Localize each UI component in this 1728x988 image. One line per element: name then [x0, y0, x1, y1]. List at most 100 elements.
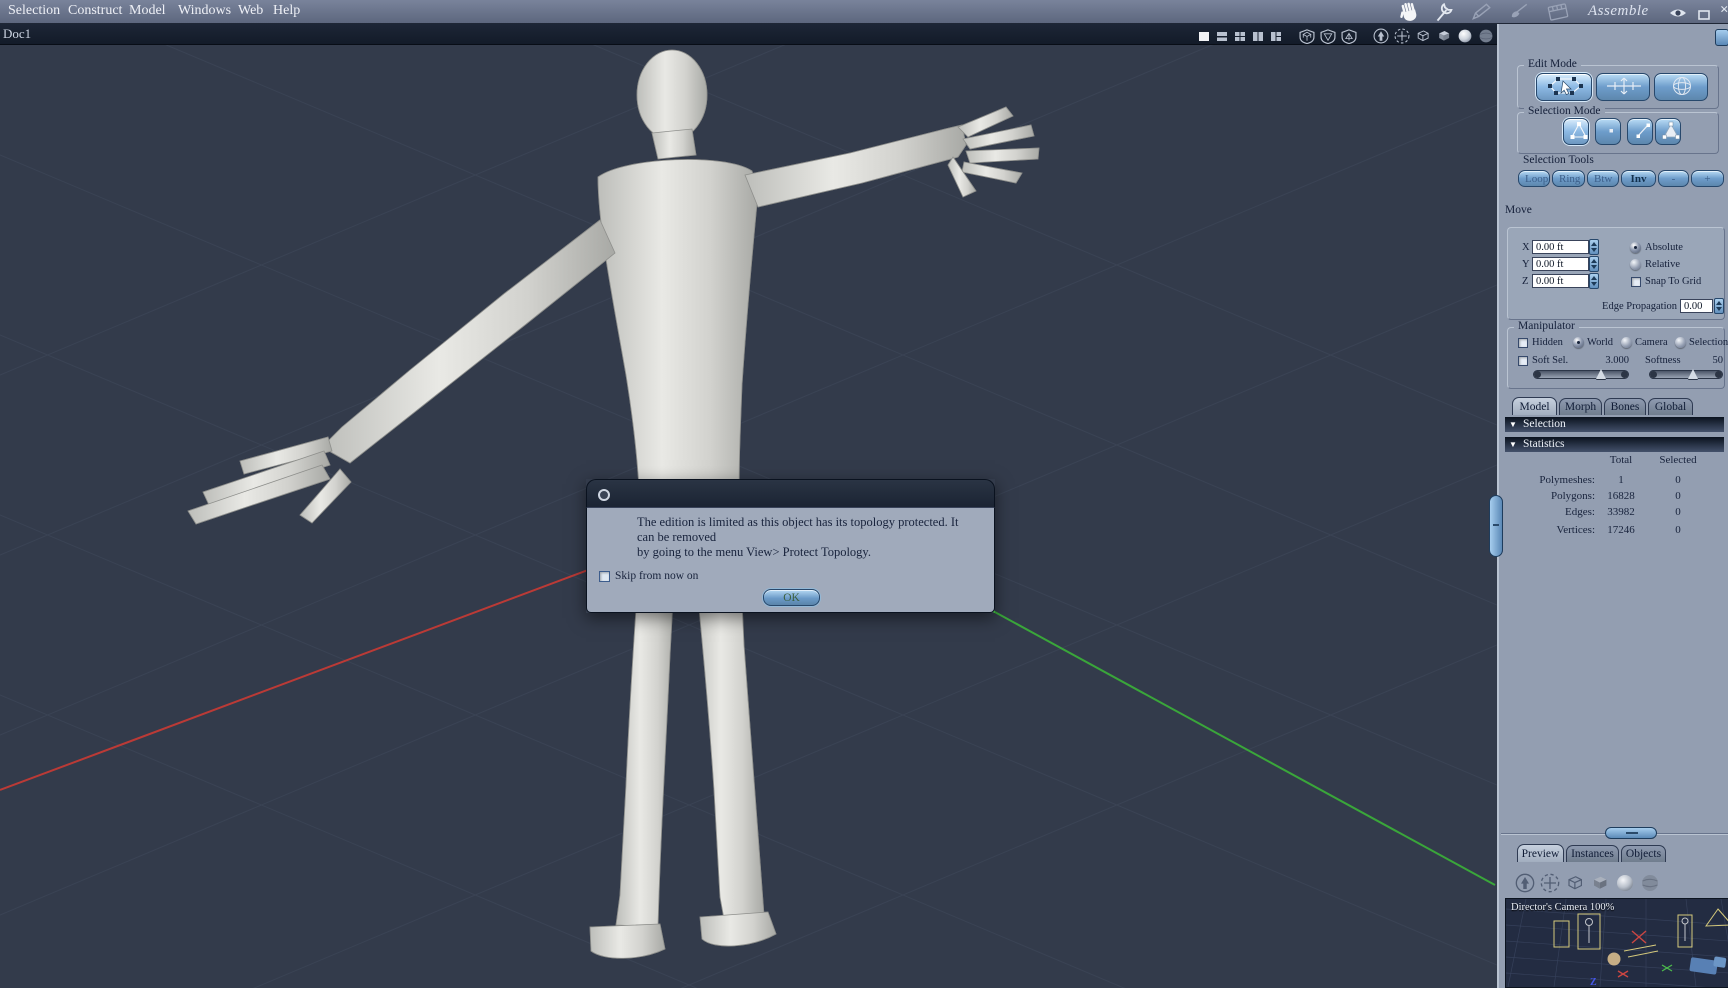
tab-objects[interactable]: Objects — [1621, 845, 1666, 862]
world-radio[interactable] — [1573, 337, 1584, 348]
restore-window-icon[interactable] — [1698, 7, 1710, 25]
softness-slider[interactable] — [1649, 369, 1723, 379]
z-axis-green — [959, 592, 1496, 886]
menu-construct[interactable]: Construct — [68, 3, 122, 19]
tab-morph[interactable]: Morph — [1559, 398, 1602, 415]
move-z-input[interactable] — [1532, 274, 1589, 288]
camera-label: Camera — [1635, 337, 1668, 348]
ok-button[interactable]: OK — [763, 589, 820, 606]
soft-selection-label: Soft Sel. — [1532, 355, 1569, 366]
select-point-button[interactable] — [1595, 118, 1621, 145]
skip-checkbox-label: Skip from now on — [615, 570, 699, 582]
panel-collapse-button[interactable] — [1715, 29, 1728, 46]
statistics-section-header[interactable]: Statistics — [1505, 437, 1724, 452]
tab-global[interactable]: Global — [1648, 398, 1693, 415]
dialog-message-line2: by going to the menu View> Protect Topol… — [637, 545, 871, 559]
soft-selection-slider[interactable] — [1533, 369, 1629, 379]
absolute-label: Absolute — [1645, 242, 1683, 253]
preview-toolbar — [1515, 873, 1660, 896]
menu-bar: Selection Construct Model Windows Web He… — [0, 0, 1728, 24]
soft-selection-checkbox[interactable] — [1518, 356, 1528, 366]
snap-to-grid-checkbox[interactable] — [1631, 277, 1641, 287]
manipulator-title: Manipulator — [1514, 320, 1579, 332]
invert-button[interactable]: Inv — [1621, 170, 1656, 187]
document-tab-bar: Doc1 — [0, 24, 1497, 45]
wireframe-cube-icon[interactable] — [1565, 873, 1585, 896]
move-title: Move — [1505, 204, 1532, 216]
move-z-spinner[interactable] — [1589, 273, 1599, 289]
tab-preview[interactable]: Preview — [1517, 844, 1564, 862]
hidden-label: Hidden — [1532, 337, 1563, 348]
selection-section-header[interactable]: Selection — [1505, 417, 1724, 432]
grow-button[interactable]: + — [1691, 170, 1724, 187]
stats-row-polygons: Polygons: 16828 0 — [1505, 490, 1724, 502]
edit-mode-title: Edit Mode — [1524, 58, 1581, 70]
orbit-up-icon[interactable] — [1515, 873, 1535, 896]
select-face-button[interactable] — [1655, 118, 1681, 145]
move-x-spinner[interactable] — [1589, 239, 1599, 255]
tab-instances[interactable]: Instances — [1566, 845, 1619, 862]
menu-help[interactable]: Help — [273, 3, 300, 19]
preview-viewport[interactable]: Z Director's Camera 100% — [1505, 898, 1728, 988]
softness-value: 50 — [1712, 355, 1724, 366]
skip-checkbox[interactable] — [599, 570, 610, 582]
app-window: Selection Construct Model Windows Web He… — [0, 0, 1728, 988]
selection-mode-title: Selection Mode — [1524, 105, 1605, 117]
ring-button[interactable]: Ring — [1552, 170, 1585, 187]
textured-sphere-icon[interactable] — [1640, 873, 1660, 896]
world-label: World — [1587, 337, 1613, 348]
shaded-cube-icon[interactable] — [1590, 873, 1610, 896]
dialog-icon — [598, 489, 610, 501]
polygons-selected: 0 — [1675, 490, 1681, 502]
relative-label: Relative — [1645, 259, 1680, 270]
camera-radio[interactable] — [1621, 337, 1632, 348]
move-y-input[interactable] — [1532, 257, 1589, 271]
between-button[interactable]: Btw — [1587, 170, 1619, 187]
statistics-column-headers: Total Selected — [1505, 454, 1724, 466]
menu-web[interactable]: Web — [238, 3, 263, 19]
menu-model[interactable]: Model — [129, 3, 166, 19]
pan-move-icon[interactable] — [1540, 873, 1560, 896]
stats-row-polymeshes: Polymeshes: 1 0 — [1505, 474, 1724, 486]
softness-label: Softness — [1645, 355, 1681, 366]
edge-propagation-label: Edge Propagation — [1602, 301, 1677, 312]
menu-selection[interactable]: Selection — [8, 3, 60, 19]
select-vertex-button[interactable] — [1563, 118, 1589, 145]
edges-total: 33982 — [1607, 506, 1635, 518]
bottom-splitter-handle[interactable] — [1605, 827, 1657, 839]
tab-bones[interactable]: Bones — [1604, 398, 1646, 415]
edit-mode-uv-button[interactable] — [1654, 73, 1708, 101]
doc-tab[interactable]: Doc1 — [3, 26, 31, 42]
relative-radio[interactable] — [1630, 259, 1641, 270]
polymeshes-label: Polymeshes: — [1539, 474, 1595, 486]
shrink-button[interactable]: - — [1658, 170, 1689, 187]
shaded-sphere-icon[interactable] — [1615, 873, 1635, 896]
dialog-message: The edition is limited as this object ha… — [637, 515, 972, 560]
edge-propagation-spinner[interactable] — [1714, 298, 1724, 314]
panel-splitter-handle[interactable] — [1489, 495, 1503, 557]
edge-propagation-input[interactable] — [1680, 299, 1713, 313]
edges-label: Edges: — [1565, 506, 1595, 518]
loop-button[interactable]: Loop — [1518, 170, 1550, 187]
polymeshes-selected: 0 — [1675, 474, 1681, 486]
x-axis-label: X — [1522, 242, 1530, 253]
absolute-radio[interactable] — [1630, 242, 1641, 253]
eye-icon[interactable] — [1669, 6, 1687, 24]
dialog-title-bar[interactable] — [586, 479, 995, 507]
svg-text:Z: Z — [1590, 977, 1597, 987]
dialog-message-line1: The edition is limited as this object ha… — [637, 515, 959, 544]
edit-mode-object-button[interactable] — [1536, 73, 1592, 101]
edit-mode-skeleton-button[interactable] — [1596, 73, 1650, 101]
topology-protected-dialog: The edition is limited as this object ha… — [586, 479, 995, 613]
dialog-body: The edition is limited as this object ha… — [586, 507, 995, 613]
selection-radio[interactable] — [1675, 337, 1686, 348]
select-edge-button[interactable] — [1627, 118, 1653, 145]
hidden-checkbox[interactable] — [1518, 338, 1528, 348]
move-x-input[interactable] — [1532, 240, 1589, 254]
menu-windows[interactable]: Windows — [178, 3, 231, 19]
properties-panel: Edit Mode Selection Mode Selection Tools — [1497, 24, 1728, 988]
close-icon[interactable]: × — [1720, 2, 1728, 19]
selection-tools-title: Selection Tools — [1523, 154, 1594, 166]
move-y-spinner[interactable] — [1589, 256, 1599, 272]
tab-model[interactable]: Model — [1512, 397, 1557, 415]
